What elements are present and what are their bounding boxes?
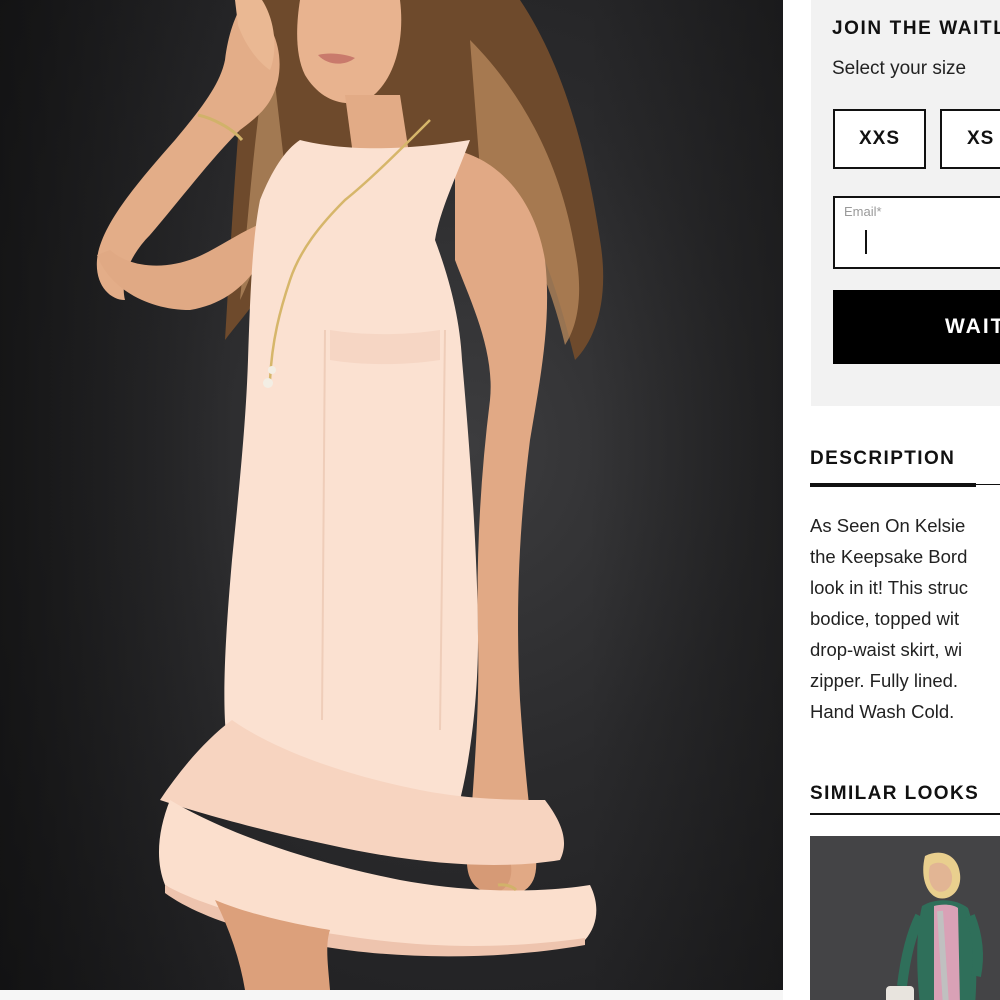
text-caret: [865, 230, 867, 254]
description-line: As Seen On Kelsie: [810, 515, 966, 536]
photo-bottom-strip: [0, 990, 783, 1000]
description-line: Hand Wash Cold.: [810, 701, 955, 722]
similar-looks-divider: [810, 813, 1000, 815]
similar-looks-title: SIMILAR LOOKS: [810, 783, 980, 804]
email-field[interactable]: Email*: [833, 196, 1000, 269]
description-line: drop-waist skirt, wi: [810, 639, 963, 660]
description-line: look in it! This struc: [810, 577, 968, 598]
similar-look-model-illustration: [810, 836, 1000, 1000]
description-text: As Seen On Kelsie the Keepsake Bord look…: [810, 510, 968, 727]
size-option-xxs[interactable]: XXS: [833, 109, 926, 169]
product-info-panel: JOIN THE WAITLIST Select your size XXS X…: [783, 0, 1000, 1000]
waitlist-button[interactable]: WAITLIST: [833, 290, 1000, 364]
description-tab-underline: [810, 483, 976, 487]
description-title[interactable]: DESCRIPTION: [810, 448, 955, 470]
model-wearing-dress-illustration: [96, 0, 604, 990]
waitlist-title: JOIN THE WAITLIST: [832, 18, 1000, 39]
description-line: the Keepsake Bord: [810, 546, 968, 567]
size-option-xs[interactable]: XS: [940, 109, 1000, 169]
similar-look-thumbnail[interactable]: [810, 836, 1000, 1000]
email-field-label: Email*: [844, 204, 882, 219]
description-line: zipper. Fully lined.: [810, 670, 959, 691]
product-image: [0, 0, 783, 990]
select-size-label: Select your size: [832, 58, 967, 79]
waitlist-panel: JOIN THE WAITLIST Select your size XXS X…: [811, 0, 1000, 406]
description-line: bodice, topped wit: [810, 608, 960, 629]
